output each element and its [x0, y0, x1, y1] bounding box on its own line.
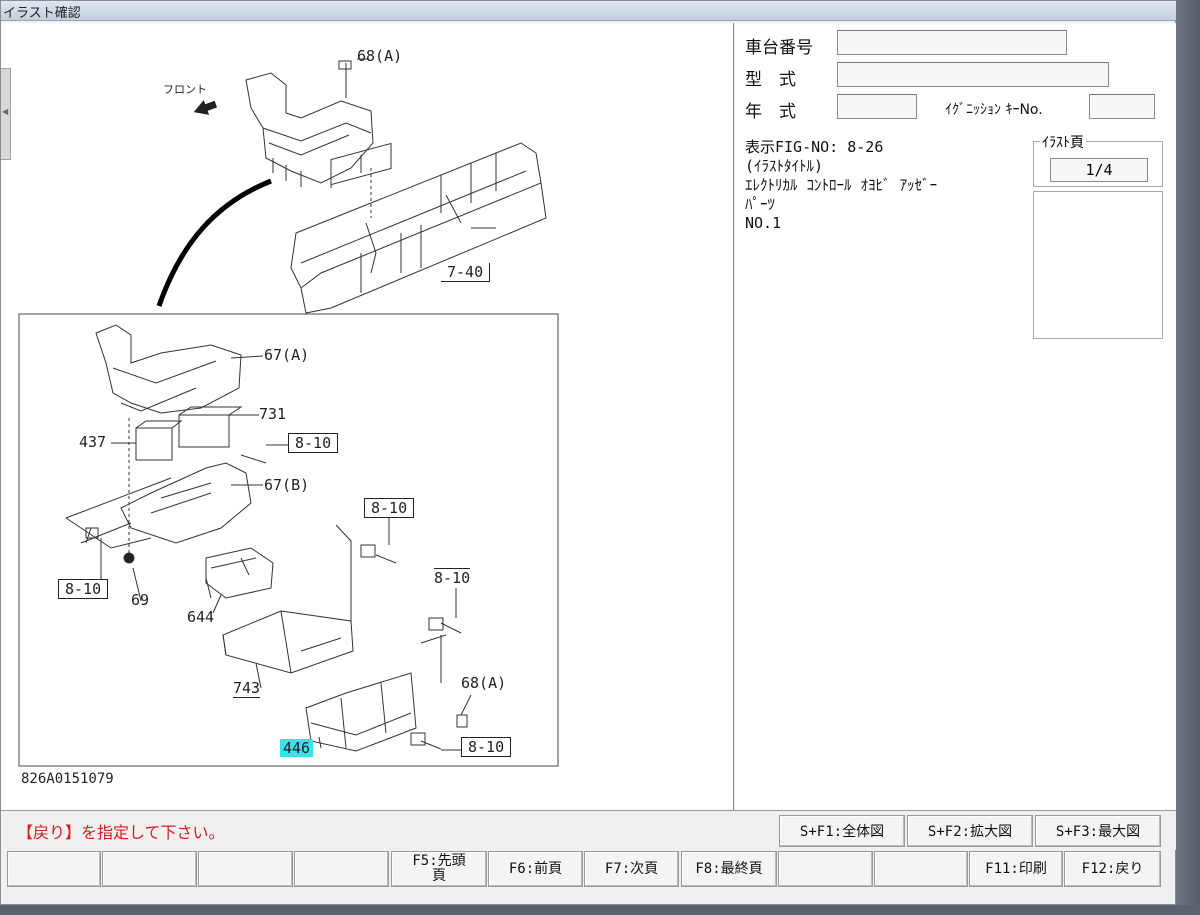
next-page-button[interactable]: F7:次頁	[584, 851, 679, 887]
callout-67a[interactable]: 67(A)	[264, 346, 309, 364]
callout-8-10-e[interactable]: 8-10	[461, 737, 512, 757]
desktop-background-right	[1176, 0, 1200, 915]
fkey-blank-3[interactable]	[198, 851, 293, 887]
front-direction-label: フロント	[163, 83, 207, 96]
fkey-blank-5[interactable]	[778, 851, 873, 887]
upper-bracket-assembly	[245, 60, 392, 188]
callout-67b[interactable]: 67(B)	[264, 476, 309, 494]
model-field[interactable]	[837, 62, 1109, 87]
ignition-key-label: ｲｸﾞﾆｯｼｮﾝ ｷｰNo.	[945, 102, 1043, 118]
figure-description: 表示FIG-NO: 8-26 (ｲﾗｽﾄﾀｲﾄﾙ) ｴﾚｸﾄﾘｶﾙ ｺﾝﾄﾛｰﾙ…	[745, 138, 937, 233]
info-panel: 車台番号 型 式 年 式 ｲｸﾞﾆｯｼｮﾝ ｷｰNo. 表示FIG-NO: 8-…	[735, 23, 1177, 810]
full-view-button[interactable]: S+F1:全体図	[779, 815, 905, 847]
diagram-code: 826A0151079	[21, 771, 114, 787]
prev-page-button[interactable]: F6:前頁	[488, 851, 583, 887]
fkey-blank-2[interactable]	[102, 851, 197, 887]
illustration-panel: ◀ フロント 68(A) 7-40 67(A) 731 437 8-10 67(…	[1, 23, 734, 810]
max-view-button[interactable]: S+F3:最大図	[1035, 815, 1161, 847]
year-field[interactable]	[837, 94, 917, 119]
callout-7-40[interactable]: 7-40	[441, 263, 491, 282]
chassis-number-label: 車台番号	[745, 38, 813, 58]
illustration-page-group: ｲﾗｽﾄ頁 1/4	[1033, 132, 1163, 187]
frame-crossmember	[290, 142, 547, 314]
ignition-key-field[interactable]	[1089, 94, 1155, 119]
back-button[interactable]: F12:戻り	[1064, 851, 1161, 887]
parts-diagram	[18, 58, 559, 767]
chassis-number-field[interactable]	[837, 30, 1067, 55]
fkey-blank-4[interactable]	[294, 851, 389, 887]
callout-446[interactable]: 446	[280, 739, 314, 757]
enlarge-view-button[interactable]: S+F2:拡大図	[907, 815, 1033, 847]
desktop-background-bottom	[0, 905, 1200, 915]
callout-68a-top[interactable]: 68(A)	[357, 47, 402, 65]
fig-no: 表示FIG-NO: 8-26	[745, 138, 884, 156]
illustration-title-line2: ﾊﾟｰﾂ	[745, 195, 776, 213]
year-label: 年 式	[745, 102, 796, 122]
illustration-title-line3: NO.1	[745, 214, 782, 232]
fkey-blank-6[interactable]	[874, 851, 968, 887]
lower-assembly	[65, 324, 468, 752]
callout-437[interactable]: 437	[79, 433, 106, 451]
illustration-page-value: 1/4	[1050, 158, 1148, 182]
illustration-title-tag: (ｲﾗｽﾄﾀｲﾄﾙ)	[745, 157, 824, 175]
callout-8-10-c[interactable]: 8-10	[434, 568, 471, 587]
callout-731[interactable]: 731	[259, 405, 286, 423]
print-button[interactable]: F11:印刷	[969, 851, 1063, 887]
callout-8-10-b[interactable]: 8-10	[364, 498, 415, 518]
window-title: イラスト確認	[3, 6, 81, 21]
illustration-title-line1: ｴﾚｸﾄﾘｶﾙ ｺﾝﾄﾛｰﾙ ｵﾖﾋﾞ ｱｯｾﾞｰ	[745, 176, 938, 194]
status-message: 【戻り】を指定して下さい。	[17, 823, 225, 842]
first-page-button[interactable]: F5:先頭頁	[391, 851, 487, 887]
fkey-blank-1[interactable]	[7, 851, 101, 887]
title-bar: イラスト確認	[1, 1, 1177, 21]
callout-644[interactable]: 644	[187, 608, 214, 626]
callout-8-10-a[interactable]: 8-10	[288, 433, 339, 453]
last-page-button[interactable]: F8:最終頁	[681, 851, 777, 887]
callout-69[interactable]: 69	[131, 591, 149, 609]
callout-68a-bottom[interactable]: 68(A)	[461, 674, 506, 692]
app-window: イラスト確認 ◀ フロント 68(A) 7-40 67(A) 731 437 8…	[0, 0, 1177, 905]
thumbnail-area	[1033, 191, 1163, 339]
callout-743[interactable]: 743	[233, 679, 261, 698]
illustration-page-label: ｲﾗｽﾄ頁	[1040, 132, 1086, 152]
model-label: 型 式	[745, 70, 796, 90]
callout-8-10-d[interactable]: 8-10	[58, 579, 109, 599]
